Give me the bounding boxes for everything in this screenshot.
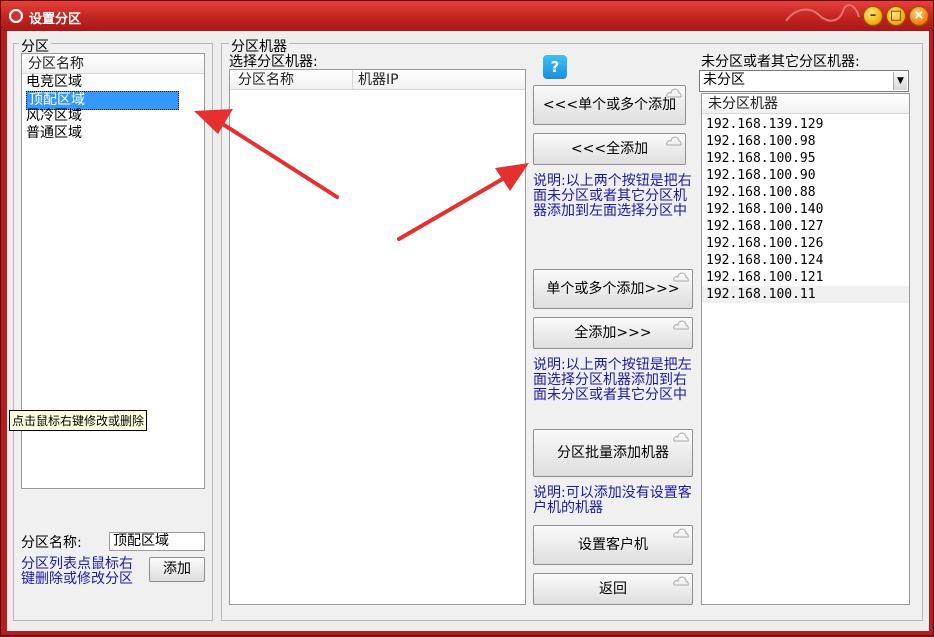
cloud-decoration-icon [673,432,689,442]
add-all-left-button[interactable]: <<<全添加 [533,133,686,165]
partition-hint-text: 分区列表点鼠标右键删除或修改分区 [21,556,133,587]
partition-list-header[interactable]: 分区名称 [22,54,204,74]
partition-item[interactable]: 电竞区域 [22,74,204,91]
partition-item[interactable]: 普通区域 [22,125,204,142]
machine-ip-row[interactable]: 192.168.100.124 [702,252,909,269]
partition-item[interactable]: 顶配区域 [22,91,204,110]
window-title: 设置分区 [29,12,82,27]
machine-ip-row[interactable]: 192.168.139.129 [702,116,909,133]
partition-list-rows: 电竞区域 顶配区域 风冷区域 普通区域 [22,74,204,142]
unpartitioned-list-header[interactable]: 未分区机器 [702,94,909,114]
machine-ip-row[interactable]: 192.168.100.90 [702,167,909,184]
column-partition-name[interactable]: 分区名称 [238,70,294,90]
tooltip: 点击鼠标右键修改或删除 [9,410,148,431]
partition-name-input[interactable]: 顶配区域 [109,532,205,551]
cloud-decoration-icon [666,88,682,98]
add-selected-left-button[interactable]: <<<单个或多个添加 [533,85,686,125]
add-all-left-label: <<<全添加 [570,141,649,157]
machine-ip-row[interactable]: 192.168.100.121 [702,269,909,286]
close-button[interactable]: × [909,6,929,26]
window: 设置分区 – □ × 分区 分区名称 电竞区域 顶配区域 风冷区域 普通区域 点击鼠标… [0,0,934,636]
column-machine-ip[interactable]: 机器IP [358,70,399,90]
partition-machines-list[interactable]: 分区名称 机器IP [229,69,526,605]
chevron-down-icon[interactable]: ▼ [893,72,907,90]
set-client-label: 设置客户机 [578,537,648,553]
column-divider [352,70,353,89]
partition-select[interactable]: 未分区 ▼ [699,70,909,92]
cloud-decoration-icon [673,272,689,282]
set-client-button[interactable]: 设置客户机 [533,525,693,565]
partition-item-label: 电竞区域 [26,74,82,90]
cloud-decoration-icon [673,576,689,586]
title-bar[interactable]: 设置分区 – □ × [1,1,933,31]
machine-ip-row[interactable]: 192.168.100.127 [702,218,909,235]
machine-ip-row[interactable]: 192.168.100.140 [702,201,909,218]
add-selected-right-button[interactable]: 单个或多个添加>>> [533,269,693,309]
client-area: 分区 分区名称 电竞区域 顶配区域 风冷区域 普通区域 点击鼠标右键修改或删除 分区名… [7,31,929,631]
machine-ip-row[interactable]: 192.168.100.95 [702,150,909,167]
partition-select-value: 未分区 [703,72,745,88]
note-add-left: 说明:以上两个按钮是把右面未分区或者其它分区机器添加到左面选择分区中 [533,173,692,219]
app-icon [9,9,23,23]
cloud-decoration-icon [673,528,689,538]
partition-machines-header: 分区名称 机器IP [230,70,525,90]
machine-ip-row[interactable]: 192.168.100.88 [702,184,909,201]
batch-add-machines-label: 分区批量添加机器 [557,445,669,461]
minimize-button[interactable]: – [863,6,883,26]
note-add-right: 说明:以上两个按钮是把左面选择分区机器添加到右面未分区或者其它分区中 [533,357,692,403]
batch-add-machines-button[interactable]: 分区批量添加机器 [533,429,693,477]
add-partition-button[interactable]: 添加 [149,557,205,582]
maximize-button[interactable]: □ [886,6,906,26]
unpartitioned-label: 未分区或者其它分区机器: [701,54,860,70]
partition-item-label: 普通区域 [26,125,82,141]
back-label: 返回 [599,581,627,597]
add-selected-right-label: 单个或多个添加>>> [546,281,680,297]
partition-item[interactable]: 风冷区域 [22,108,204,125]
back-button[interactable]: 返回 [533,573,693,605]
cloud-decoration-icon [673,320,689,330]
unpartitioned-list-rows: 192.168.139.129 192.168.100.98 192.168.100… [702,114,909,303]
add-all-right-button[interactable]: 全添加>>> [533,317,693,349]
cloud-decoration-icon [666,136,682,146]
help-icon[interactable]: ? [543,55,567,79]
add-all-right-label: 全添加>>> [574,325,652,341]
partition-name-label: 分区名称: [21,535,82,551]
partition-item-label: 风冷区域 [26,108,82,124]
machine-ip-row[interactable]: 192.168.100.11 [702,286,909,303]
unpartitioned-machines-list[interactable]: 未分区机器 192.168.139.129 192.168.100.98 192.1… [701,93,910,605]
machine-ip-row[interactable]: 192.168.100.126 [702,235,909,252]
select-machines-label: 选择分区机器: [229,54,318,70]
title-swirl-decoration [785,4,860,22]
note-batch-add: 说明:可以添加没有设置客户机的机器 [533,485,692,516]
machine-ip-row[interactable]: 192.168.100.98 [702,133,909,150]
add-selected-left-label: <<<单个或多个添加 [542,97,677,113]
